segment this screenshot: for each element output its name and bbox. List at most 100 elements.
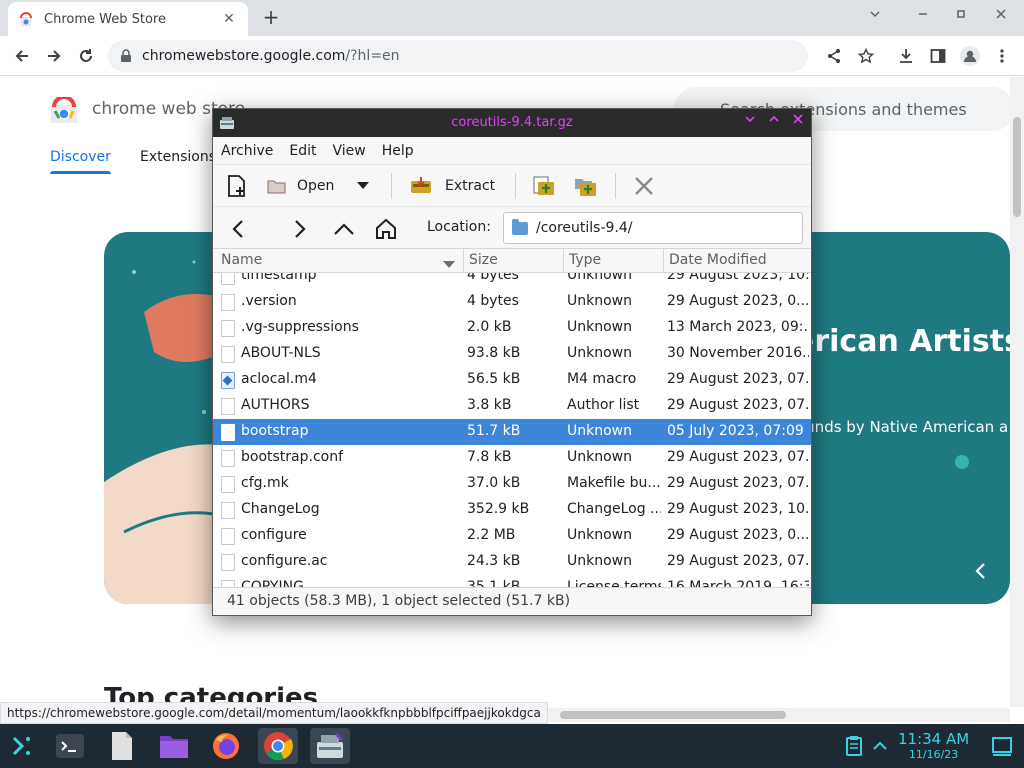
reload-button[interactable] <box>72 42 100 70</box>
dialog-title: coreutils-9.4.tar.gz <box>451 115 573 130</box>
table-row[interactable]: configure 2.2 MB Unknown 29 August 2023, 0.… <box>213 523 811 549</box>
taskbar: 11:34 AM 11/16/23 <box>0 724 1024 768</box>
column-date-modified[interactable]: Date Modified <box>669 252 767 268</box>
home-button[interactable] <box>373 216 399 242</box>
forward-button[interactable] <box>287 216 313 242</box>
open-dropdown-button[interactable] <box>357 173 369 199</box>
address-bar[interactable]: chromewebstore.google.com/?hl=en <box>108 40 808 72</box>
chevron-up-icon[interactable] <box>765 113 783 131</box>
table-row[interactable]: bootstrap.conf 7.8 kB Unknown 29 August 202… <box>213 445 811 471</box>
cell-size: 2.0 kB <box>467 319 512 335</box>
more-menu-icon[interactable] <box>990 44 1014 68</box>
chevron-down-icon[interactable] <box>864 8 886 28</box>
browser-toolbar: chromewebstore.google.com/?hl=en <box>0 36 1024 76</box>
table-row[interactable]: ChangeLog 352.9 kB ChangeLog ... 29 August … <box>213 497 811 523</box>
cell-type: Unknown <box>567 293 632 309</box>
share-icon[interactable] <box>822 44 846 68</box>
terminal-icon[interactable] <box>54 730 86 762</box>
up-button[interactable] <box>331 216 357 242</box>
firefox-icon[interactable] <box>210 730 242 762</box>
menu-archive[interactable]: Archive <box>221 143 273 159</box>
new-archive-button[interactable] <box>225 173 249 199</box>
chrome-taskbar-item[interactable] <box>258 728 298 764</box>
column-name[interactable]: Name <box>221 252 262 268</box>
scroll-thumb[interactable] <box>560 711 786 719</box>
app-launcher-icon[interactable] <box>6 730 38 762</box>
archive-manager-taskbar-item[interactable] <box>310 728 350 764</box>
files-folder-icon[interactable] <box>158 730 190 762</box>
text-file-icon[interactable] <box>106 730 138 762</box>
extract-button[interactable]: Extract <box>409 173 495 199</box>
menu-edit[interactable]: Edit <box>289 143 316 159</box>
table-row[interactable]: bootstrap 51.7 kB Unknown 05 July 2023, 07:… <box>213 419 811 445</box>
column-size[interactable]: Size <box>469 252 498 268</box>
column-divider <box>563 249 564 273</box>
dialog-titlebar[interactable]: coreutils-9.4.tar.gz <box>213 109 811 137</box>
sort-triangle-icon[interactable] <box>443 257 455 273</box>
triangle-down-icon <box>357 182 369 189</box>
scroll-thumb[interactable] <box>1013 117 1021 217</box>
table-row[interactable]: cfg.mk 37.0 kB Makefile bu... 29 August 202… <box>213 471 811 497</box>
tab-discover[interactable]: Discover <box>50 149 111 174</box>
table-row[interactable]: aclocal.m4 56.5 kB M4 macro 29 August 2023,… <box>213 367 811 393</box>
menu-help[interactable]: Help <box>382 143 414 159</box>
cell-size: 93.8 kB <box>467 345 521 361</box>
bookmark-star-icon[interactable] <box>854 44 878 68</box>
cell-date: 29 August 2023, 0... <box>667 293 809 309</box>
chevron-up-icon <box>334 223 354 235</box>
column-type[interactable]: Type <box>569 252 601 268</box>
file-icon <box>221 294 235 311</box>
link-status-url: https://chromewebstore.google.com/detail… <box>0 702 548 724</box>
table-row[interactable]: ABOUT-NLS 93.8 kB Unknown 30 November 2016.… <box>213 341 811 367</box>
cell-type: Makefile bu... <box>567 475 661 491</box>
forward-button[interactable] <box>40 42 68 70</box>
download-icon[interactable] <box>894 44 918 68</box>
cell-type: Unknown <box>567 449 632 465</box>
cell-date: 29 August 2023, 07... <box>667 449 809 465</box>
back-button[interactable] <box>8 42 36 70</box>
show-desktop-icon[interactable] <box>986 730 1018 762</box>
cell-name: bootstrap.conf <box>241 449 344 465</box>
table-row[interactable]: .version 4 bytes Unknown 29 August 2023, 0.… <box>213 289 811 315</box>
new-file-icon <box>228 175 245 197</box>
add-files-button[interactable] <box>531 173 557 199</box>
chevron-down-icon[interactable] <box>741 113 759 131</box>
open-button[interactable]: Open <box>267 173 334 199</box>
profile-avatar-icon[interactable] <box>958 44 982 68</box>
stop-button[interactable] <box>633 173 655 199</box>
table-row[interactable]: .vg-suppressions 2.0 kB Unknown 13 March 20… <box>213 315 811 341</box>
taskbar-clock[interactable]: 11:34 AM 11/16/23 <box>898 730 969 761</box>
table-row[interactable]: timestamp 4 bytes Unknown 29 August 2023, 1… <box>213 273 811 289</box>
close-x-icon <box>635 177 653 195</box>
lock-icon[interactable] <box>120 49 132 63</box>
dialog-location-bar: Location: /coreutils-9.4/ <box>213 207 811 249</box>
cell-size: 4 bytes <box>467 273 519 283</box>
close-icon[interactable] <box>990 8 1012 28</box>
add-folder-button[interactable] <box>573 173 599 199</box>
back-button[interactable] <box>225 216 251 242</box>
cell-type: Unknown <box>567 345 632 361</box>
cell-size: 352.9 kB <box>467 501 530 517</box>
tray-chevron-up-icon[interactable] <box>864 730 896 762</box>
close-icon[interactable] <box>789 113 807 131</box>
maximize-icon[interactable] <box>950 8 972 28</box>
table-row[interactable]: COPYING 35.1 kB License terms 16 March 2019… <box>213 575 811 587</box>
folder-open-icon <box>267 180 286 194</box>
cell-name: AUTHORS <box>241 397 310 413</box>
chevron-left-icon[interactable] <box>974 562 988 584</box>
file-icon <box>221 528 235 545</box>
location-input[interactable]: /coreutils-9.4/ <box>503 212 803 244</box>
tab-extensions[interactable]: Extensions <box>140 149 216 165</box>
new-tab-button[interactable]: + <box>258 4 284 30</box>
page-scrollbar-vertical[interactable] <box>1010 77 1024 707</box>
m4-file-icon <box>221 372 235 389</box>
tab-chrome-web-store[interactable]: Chrome Web Store ✕ <box>8 2 248 36</box>
tab-close-icon[interactable]: ✕ <box>220 11 238 27</box>
side-panel-icon[interactable] <box>926 44 950 68</box>
file-icon <box>221 502 235 519</box>
menu-view[interactable]: View <box>333 143 366 159</box>
cell-date: 29 August 2023, 0... <box>667 527 809 543</box>
table-row[interactable]: configure.ac 24.3 kB Unknown 29 August 2023… <box>213 549 811 575</box>
minimize-icon[interactable] <box>912 8 934 28</box>
table-row[interactable]: AUTHORS 3.8 kB Author list 29 August 2023, … <box>213 393 811 419</box>
